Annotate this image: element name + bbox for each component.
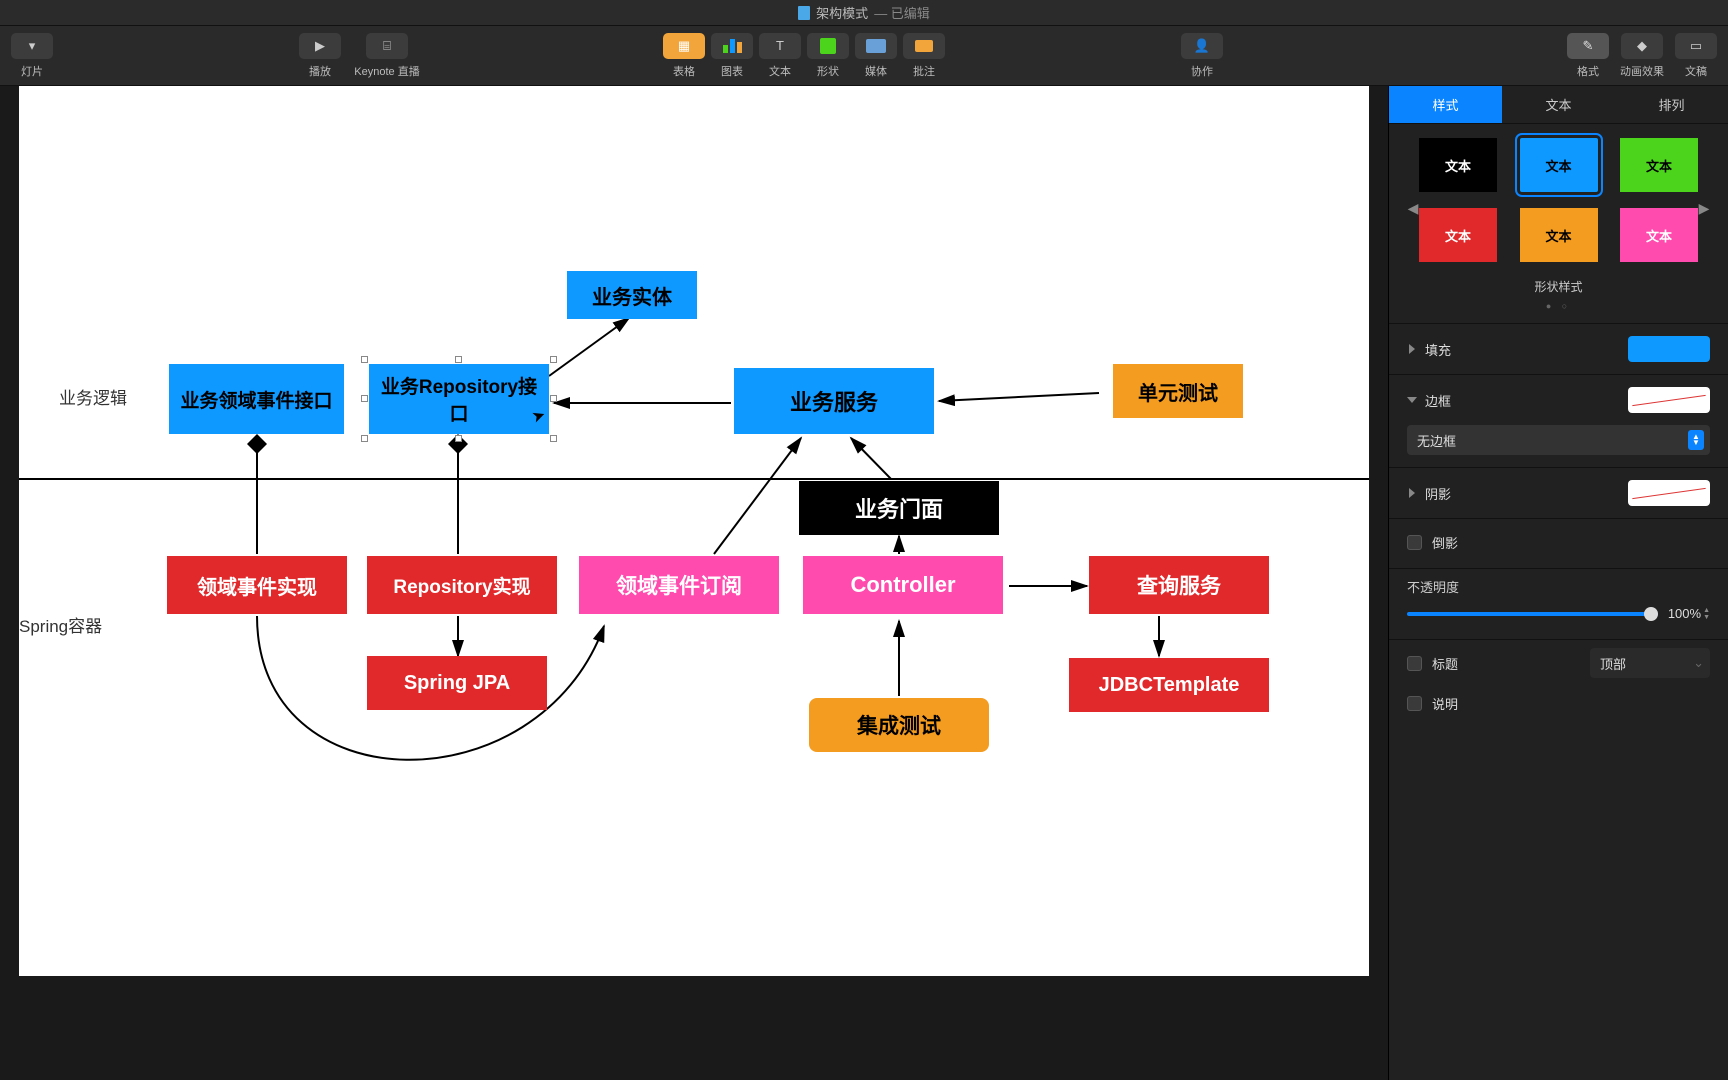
node-domain-event-sub[interactable]: 领域事件订阅	[579, 556, 779, 614]
table-icon: ▦	[678, 38, 690, 54]
reflection-checkbox[interactable]	[1407, 535, 1422, 550]
document-title: 架构模式	[816, 3, 868, 22]
description-label: 说明	[1432, 694, 1458, 713]
play-button[interactable]: ▶ 播放	[296, 33, 344, 79]
node-controller[interactable]: Controller	[803, 556, 1003, 614]
node-biz-service[interactable]: 业务服务	[734, 368, 934, 434]
window-titlebar: 架构模式 — 已编辑	[0, 0, 1728, 26]
swatch-prev[interactable]: ◀	[1407, 200, 1419, 217]
node-query-service[interactable]: 查询服务	[1089, 556, 1269, 614]
title-checkbox[interactable]	[1407, 656, 1422, 671]
chevron-updown-icon: ▲▼	[1688, 430, 1704, 450]
fill-color-well[interactable]	[1628, 336, 1710, 362]
node-integration-test[interactable]: 集成测试	[809, 698, 989, 752]
animate-icon: ◆	[1637, 38, 1647, 54]
media-icon	[866, 39, 886, 53]
document-panel-icon: ▭	[1690, 38, 1702, 54]
display-icon: ⌸	[383, 38, 391, 54]
swatch-orange[interactable]: 文本	[1520, 208, 1598, 262]
node-spring-jpa[interactable]: Spring JPA	[367, 656, 547, 710]
description-checkbox[interactable]	[1407, 696, 1422, 711]
title-position-select: 顶部 ⌄	[1590, 648, 1710, 678]
swatch-red[interactable]: 文本	[1419, 208, 1497, 262]
shape-style-label: 形状样式	[1407, 278, 1710, 301]
document-button[interactable]: ▭ 文稿	[1672, 33, 1720, 79]
slides-button[interactable]: ▾ 灯片	[8, 33, 56, 79]
node-repo-impl[interactable]: Repository实现	[367, 556, 557, 614]
format-button[interactable]: ✎ 格式	[1564, 33, 1612, 79]
border-preview-well[interactable]	[1628, 387, 1710, 413]
node-domain-event-impl[interactable]: 领域事件实现	[167, 556, 347, 614]
disclosure-icon	[1409, 344, 1415, 354]
collab-icon: 👤	[1194, 38, 1210, 54]
shape-icon	[820, 38, 836, 54]
text-button[interactable]: T 文本	[756, 33, 804, 79]
swatch-blue[interactable]: 文本	[1520, 138, 1598, 192]
tab-style[interactable]: 样式	[1389, 86, 1502, 124]
edited-indicator: — 已编辑	[874, 3, 930, 22]
reflection-label: 倒影	[1432, 533, 1458, 552]
disclosure-icon	[1409, 488, 1415, 498]
document-icon	[798, 6, 810, 20]
slide-canvas[interactable]: 业务逻辑 Spring容器 业务实体 业务领域事件接口 业务Repository…	[19, 86, 1369, 976]
tab-text[interactable]: 文本	[1502, 86, 1615, 124]
keynote-live-button[interactable]: ⌸ Keynote 直播	[344, 33, 430, 79]
connectors-layer	[19, 86, 1369, 976]
opacity-label: 不透明度	[1407, 577, 1710, 596]
fill-row[interactable]: 填充	[1389, 323, 1728, 374]
node-domain-event-if[interactable]: 业务领域事件接口	[169, 364, 344, 434]
text-icon: T	[776, 38, 784, 53]
collaborate-button[interactable]: 👤 协作	[1178, 33, 1226, 79]
shadow-row[interactable]: 阴影	[1389, 467, 1728, 518]
node-biz-facade[interactable]: 业务门面	[799, 481, 999, 535]
swatch-pink[interactable]: 文本	[1620, 208, 1698, 262]
slides-icon: ▾	[29, 38, 36, 54]
swatch-green[interactable]: 文本	[1620, 138, 1698, 192]
table-button[interactable]: ▦ 表格	[660, 33, 708, 79]
animate-button[interactable]: ◆ 动画效果	[1612, 33, 1672, 79]
shape-button[interactable]: 形状	[804, 33, 852, 79]
swatch-black[interactable]: 文本	[1419, 138, 1497, 192]
format-icon: ✎	[1583, 38, 1594, 54]
comment-button[interactable]: 批注	[900, 33, 948, 79]
swatch-pager: ● ○	[1407, 301, 1710, 317]
play-icon: ▶	[315, 38, 325, 54]
chart-button[interactable]: 图表	[708, 33, 756, 79]
section-label-spring: Spring容器	[19, 612, 102, 637]
swatch-next[interactable]: ▶	[1698, 200, 1710, 217]
title-label: 标题	[1432, 654, 1458, 673]
workspace: 业务逻辑 Spring容器 业务实体 业务领域事件接口 业务Repository…	[0, 86, 1728, 1080]
disclosure-icon	[1407, 397, 1417, 403]
node-biz-entity[interactable]: 业务实体	[567, 271, 697, 319]
node-repo-if[interactable]: 业务Repository接口	[369, 364, 549, 434]
tab-arrange[interactable]: 排列	[1615, 86, 1728, 124]
comment-icon	[915, 40, 933, 52]
chart-icon	[723, 39, 742, 53]
opacity-slider[interactable]	[1407, 612, 1658, 616]
main-toolbar: ▾ 灯片 ▶ 播放 ⌸ Keynote 直播 ▦ 表格 图表 T 文本 形状 媒…	[0, 26, 1728, 86]
opacity-stepper[interactable]: ▲▼	[1703, 607, 1710, 621]
shadow-preview-well[interactable]	[1628, 480, 1710, 506]
style-swatches: ◀ 文本 文本 文本 文本 文本 文本 ▶ 形状样式 ● ○	[1389, 124, 1728, 323]
canvas-area[interactable]: 业务逻辑 Spring容器 业务实体 业务领域事件接口 业务Repository…	[0, 86, 1388, 1080]
node-unit-test[interactable]: 单元测试	[1113, 364, 1243, 418]
node-jdbc-template[interactable]: JDBCTemplate	[1069, 658, 1269, 712]
inspector-tabs: 样式 文本 排列	[1389, 86, 1728, 124]
inspector-panel: 样式 文本 排列 ◀ 文本 文本 文本 文本 文本 文本	[1388, 86, 1728, 1080]
section-label-business: 业务逻辑	[59, 384, 127, 409]
border-row[interactable]: 边框	[1389, 374, 1728, 425]
media-button[interactable]: 媒体	[852, 33, 900, 79]
border-style-select[interactable]: 无边框 ▲▼	[1407, 425, 1710, 455]
opacity-value: 100%	[1668, 606, 1701, 621]
